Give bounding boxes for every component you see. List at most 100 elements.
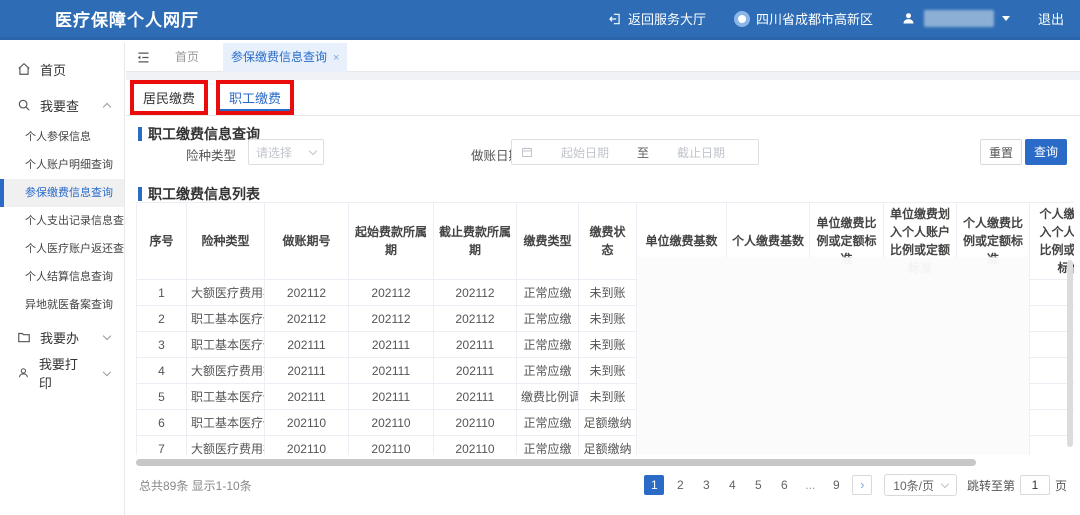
sidebar-item-label: 我要打印 — [39, 354, 87, 392]
table-cell: 1 — [137, 280, 187, 306]
page-number-6[interactable]: 6 — [774, 475, 794, 495]
select-placeholder: 请选择 — [256, 144, 292, 161]
table-cell: 202112 — [349, 306, 434, 332]
redacted-cells-blur — [637, 257, 1029, 455]
content-panel: 居民缴费 职工缴费 职工缴费信息查询 险种类型 请选择 做账日期 起始日期 至 … — [126, 80, 1080, 515]
page-number-5[interactable]: 5 — [748, 475, 768, 495]
table-cell: 202111 — [265, 332, 349, 358]
main-area: 首页 参保缴费信息查询 × 居民缴费 职工缴费 职工缴费信息查询 险种类型 请选择… — [126, 43, 1080, 515]
calendar-icon — [521, 146, 533, 158]
section-bar-icon — [138, 187, 142, 201]
table-cell: 202112 — [434, 306, 517, 332]
column-header: 缴费状态 — [579, 203, 637, 280]
tab-employee-payment[interactable]: 职工缴费 — [220, 84, 290, 111]
page-number-9[interactable]: 9 — [826, 475, 846, 495]
top-header: 医疗保障个人网厅 返回服务大厅 四川省成都市高新区 退出 — [0, 0, 1080, 40]
insurance-type-label: 险种类型 — [186, 145, 236, 164]
table-cell: 正常应缴 — [517, 436, 579, 456]
column-header: 险种类型 — [187, 203, 265, 280]
table-cell: 正常应缴 — [517, 410, 579, 436]
table-cell: 202112 — [434, 280, 517, 306]
chevron-up-icon — [103, 102, 111, 110]
logout-button[interactable]: 退出 — [1038, 9, 1064, 28]
table-cell: 未到账 — [579, 332, 637, 358]
region-label: 四川省成都市高新区 — [756, 9, 873, 28]
table-cell: 大额医疗费用补助 — [187, 436, 265, 456]
sidebar-subitem[interactable]: 个人支出记录信息查询 — [0, 207, 124, 235]
folder-icon — [17, 330, 31, 344]
vertical-scrollbar[interactable] — [1067, 260, 1073, 447]
sidebar-item-label: 我要查 — [40, 96, 79, 115]
tab-contribution-query[interactable]: 参保缴费信息查询 × — [223, 43, 347, 72]
sidebar-subitem[interactable]: 异地就医备案查询 — [0, 291, 124, 319]
return-service-hall-link[interactable]: 返回服务大厅 — [608, 9, 706, 28]
sidebar-submenu: 个人参保信息个人账户明细查询参保缴费信息查询个人支出记录信息查询个人医疗账户返还… — [0, 123, 124, 319]
date-range-picker[interactable]: 起始日期 至 截止日期 — [511, 139, 759, 165]
table-cell: 202112 — [265, 280, 349, 306]
jump-page-input[interactable] — [1020, 475, 1050, 495]
table-cell: 未到账 — [579, 358, 637, 384]
sidebar-subitem[interactable]: 个人参保信息 — [0, 123, 124, 151]
column-header: 缴费类型 — [517, 203, 579, 280]
table-cell: 4 — [137, 358, 187, 384]
date-to-label: 至 — [637, 144, 649, 161]
table-cell: 202110 — [265, 410, 349, 436]
table-cell: 202110 — [349, 410, 434, 436]
table-cell: 202111 — [349, 384, 434, 410]
chevron-down-icon — [1002, 16, 1010, 21]
menu-fold-icon[interactable] — [136, 50, 151, 65]
horizontal-scrollbar[interactable] — [136, 459, 976, 466]
sidebar-item-print[interactable]: 我要打印 — [0, 355, 124, 391]
table-cell: 足额缴纳 — [579, 410, 637, 436]
sidebar-subitem[interactable]: 参保缴费信息查询 — [0, 179, 124, 207]
payment-type-tabs: 居民缴费 职工缴费 — [126, 80, 1080, 116]
app-title: 医疗保障个人网厅 — [55, 6, 199, 31]
chevron-down-icon — [941, 479, 949, 487]
search-button[interactable]: 查询 — [1025, 139, 1067, 165]
exit-hall-icon — [608, 12, 622, 26]
page-number-3[interactable]: 3 — [696, 475, 716, 495]
total-count-text: 总共89条 显示1-10条 — [139, 477, 252, 494]
sidebar-item-label: 我要办 — [40, 328, 79, 347]
table-cell: 5 — [137, 384, 187, 410]
tab-home[interactable]: 首页 — [167, 43, 207, 72]
tab-resident-payment[interactable]: 居民缴费 — [134, 84, 204, 111]
section-title-text: 职工缴费信息列表 — [148, 184, 260, 204]
sidebar-subitem[interactable]: 个人医疗账户返还查询 — [0, 235, 124, 263]
sidebar-subitem[interactable]: 个人账户明细查询 — [0, 151, 124, 179]
page-size-value: 10条/页 — [893, 477, 934, 494]
start-date-placeholder: 起始日期 — [537, 144, 633, 161]
tab-label: 参保缴费信息查询 — [231, 50, 327, 64]
sidebar-item-query[interactable]: 我要查 — [0, 87, 124, 123]
user-menu[interactable] — [901, 10, 1010, 27]
page-number-4[interactable]: 4 — [722, 475, 742, 495]
close-icon[interactable]: × — [333, 52, 339, 64]
page-tab-bar: 首页 参保缴费信息查询 × — [126, 43, 1080, 72]
page-number-1[interactable]: 1 — [644, 475, 664, 495]
table-cell: 大额医疗费用补助 — [187, 280, 265, 306]
sidebar-subitem[interactable]: 个人结算信息查询 — [0, 263, 124, 291]
payment-table-wrap: 序号险种类型做账期号起始费款所属期截止费款所属期缴费类型缴费状态单位缴费基数个人… — [136, 202, 1074, 455]
chevron-down-icon — [103, 367, 111, 375]
table-cell: 未到账 — [579, 280, 637, 306]
page-number-2[interactable]: 2 — [670, 475, 690, 495]
sidebar: 首页 我要查 个人参保信息个人账户明细查询参保缴费信息查询个人支出记录信息查询个… — [0, 43, 125, 515]
insurance-type-select[interactable]: 请选择 — [248, 139, 324, 165]
page-size-select[interactable]: 10条/页 — [884, 474, 957, 496]
query-form: 险种类型 请选择 做账日期 起始日期 至 截止日期 重置 查询 — [126, 137, 1080, 169]
search-icon — [17, 98, 31, 112]
table-cell: 正常应缴 — [517, 280, 579, 306]
jump-suffix-label: 页 — [1055, 477, 1067, 494]
sidebar-item-home[interactable]: 首页 — [0, 51, 124, 87]
table-cell: 202111 — [434, 358, 517, 384]
sidebar-item-handle[interactable]: 我要办 — [0, 319, 124, 355]
region-selector[interactable]: 四川省成都市高新区 — [734, 9, 873, 28]
table-cell: 职工基本医疗保险 — [187, 410, 265, 436]
annotation-box-employee: 职工缴费 — [216, 80, 294, 115]
column-header: 做账期号 — [265, 203, 349, 280]
next-page-button[interactable]: › — [852, 475, 872, 495]
user-name-redacted — [924, 10, 994, 27]
table-cell: 202110 — [434, 436, 517, 456]
table-cell: 大额医疗费用补助 — [187, 358, 265, 384]
reset-button[interactable]: 重置 — [980, 139, 1022, 165]
